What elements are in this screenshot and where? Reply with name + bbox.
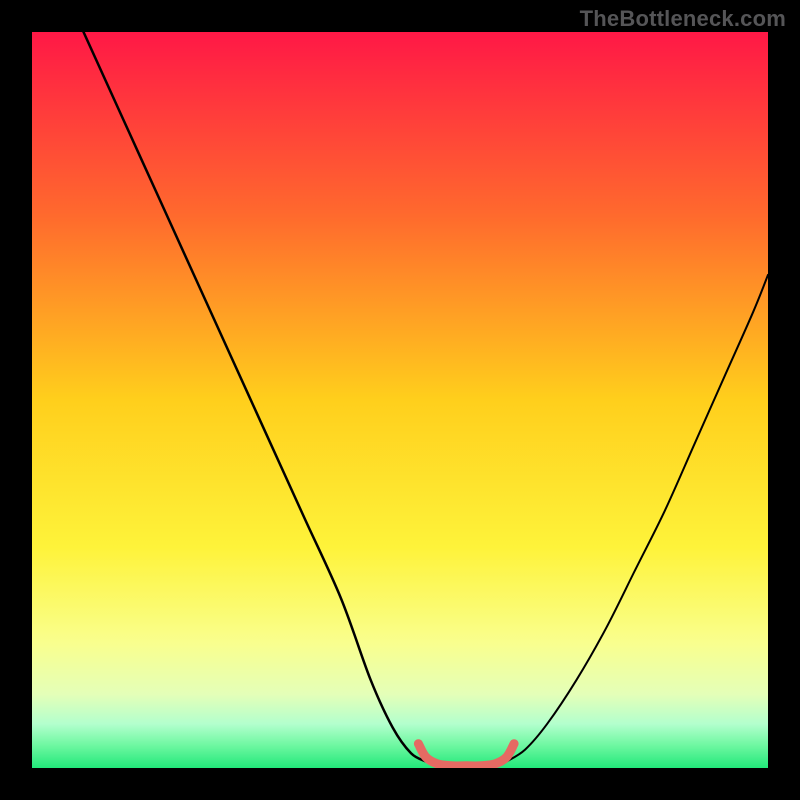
watermark-text: TheBottleneck.com: [580, 6, 786, 32]
plot-area: [32, 32, 768, 768]
chart-svg: [32, 32, 768, 768]
gradient-background: [32, 32, 768, 768]
chart-frame: TheBottleneck.com: [0, 0, 800, 800]
